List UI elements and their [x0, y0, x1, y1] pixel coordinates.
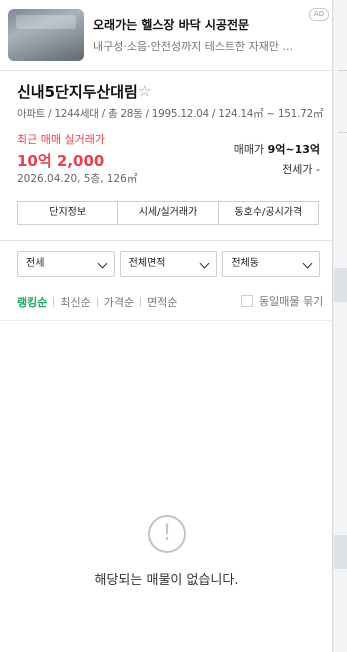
map-edge-strip	[334, 0, 347, 652]
unit-price-button[interactable]: 동호수/공시가격	[219, 202, 318, 224]
area-value: 전체면적	[128, 258, 166, 269]
recent-deal-price: 10억 2,000	[17, 152, 105, 170]
empty-message: 해당되는 매물이 없습니다.	[94, 573, 239, 588]
lease-value: -	[316, 163, 320, 176]
divider	[0, 240, 332, 241]
sort-options: 랭킹순 최신순 가격순 면적순	[17, 294, 178, 310]
map-edge-block	[334, 535, 347, 569]
sort-divider	[96, 297, 98, 307]
info-button-group: 단지정보 시세/실거래가 동호수/공시가격	[17, 201, 319, 225]
sale-label: 매매가	[233, 143, 265, 156]
area-select[interactable]: 전체면적	[119, 251, 218, 277]
complex-info-button[interactable]: 단지정보	[18, 202, 119, 224]
map-edge-block	[334, 268, 347, 302]
sort-latest[interactable]: 최신순	[60, 294, 90, 310]
map-edge-tick	[338, 132, 347, 133]
price-history-button[interactable]: 시세/실거래가	[118, 202, 219, 224]
favorite-star-icon[interactable]: ☆	[138, 82, 151, 100]
sort-ranking[interactable]: 랭킹순	[17, 294, 47, 310]
complex-meta: 아파트 / 1244세대 / 총 28동 / 1995.12.04 / 124.…	[17, 108, 324, 120]
ad-banner[interactable]: 오래가는 헬스장 바닥 시공전문 내구성·소음·안전성까지 테스트한 자재만 .…	[0, 0, 332, 71]
complex-name: 신내5단지두산대림	[17, 83, 138, 101]
building-select[interactable]: 전체동	[222, 251, 321, 277]
lease-price: 전세가 -	[282, 161, 320, 177]
bundle-label: 동일매물 묶기	[259, 295, 324, 308]
chevron-down-icon	[97, 258, 108, 269]
bundle-checkbox[interactable]	[241, 295, 253, 307]
filter-bar: 전세 전체면적 전체동	[17, 251, 321, 277]
lease-label: 전세가	[282, 163, 313, 176]
exclamation-icon: !	[148, 515, 186, 553]
trade-type-select[interactable]: 전세	[17, 251, 115, 277]
sale-value: 9억~13억	[267, 143, 320, 156]
ad-thumbnail	[8, 9, 84, 61]
trade-type-value: 전세	[26, 258, 45, 269]
building-value: 전체동	[231, 258, 259, 269]
ad-title: 오래가는 헬스장 바닥 시공전문	[93, 18, 250, 32]
chevron-down-icon	[302, 258, 313, 269]
recent-deal-label: 최근 매매 실거래가	[17, 133, 105, 146]
ad-description: 내구성·소음·안전성까지 테스트한 자재만 ...	[93, 40, 294, 53]
complex-detail-panel: 오래가는 헬스장 바닥 시공전문 내구성·소음·안전성까지 테스트한 자재만 .…	[0, 0, 333, 652]
chevron-down-icon	[199, 258, 210, 269]
sale-price-range: 매매가 9억~13억	[234, 141, 320, 157]
divider	[0, 320, 332, 321]
ad-badge: AD	[309, 8, 329, 21]
map-edge-tick	[338, 70, 347, 71]
sort-divider	[140, 297, 142, 307]
sort-divider	[53, 297, 55, 307]
bundle-toggle[interactable]: 동일매물 묶기	[241, 293, 323, 309]
recent-deal-detail: 2026.04.20, 5층, 126㎡	[17, 173, 138, 185]
sort-price[interactable]: 가격순	[104, 294, 134, 310]
sort-area[interactable]: 면적순	[147, 294, 177, 310]
